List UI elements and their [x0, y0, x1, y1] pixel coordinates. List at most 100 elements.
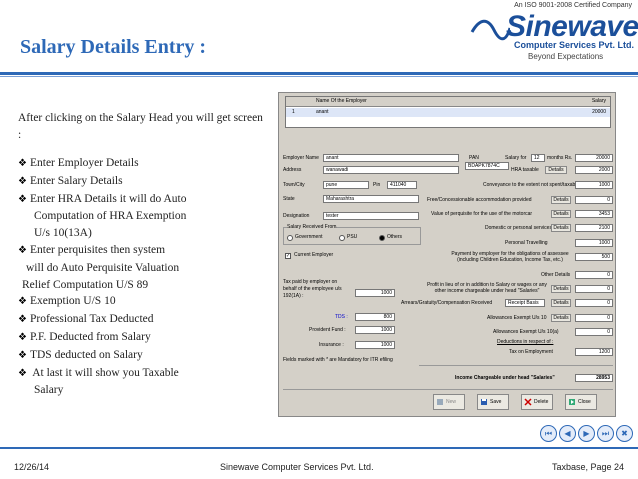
state-label: State — [283, 196, 295, 202]
allowances-10a-field[interactable]: 0 — [575, 328, 613, 336]
tax-employment-label: Tax on Employment — [509, 349, 553, 355]
designation-field[interactable]: tester — [323, 212, 419, 220]
obligations-field[interactable]: 500 — [575, 253, 613, 261]
grid-col-employer: Name Of the Employer — [316, 98, 367, 104]
months-field[interactable]: 12 — [531, 154, 545, 162]
tax-paid-field[interactable]: 1000 — [355, 289, 395, 297]
save-icon — [481, 399, 487, 405]
bullet-continuation: Salary — [34, 384, 64, 397]
company-logo: An ISO 9001-2008 Certified Company Sinew… — [470, 2, 638, 62]
deductions-label: Deductions in respect of : — [497, 339, 554, 345]
footer-company: Sinewave Computer Services Pvt. Ltd. — [220, 462, 374, 472]
domestic-label: Domestic or personal services — [485, 225, 552, 231]
form-separator — [419, 365, 613, 366]
insurance-field[interactable]: 1000 — [355, 341, 395, 349]
close-button[interactable]: Close — [565, 394, 597, 410]
first-slide-icon[interactable]: ⏮ — [540, 425, 557, 442]
motorcar-details-button[interactable]: Details — [551, 210, 571, 218]
current-employer-checkbox[interactable]: ✓ — [285, 253, 291, 259]
accommodation-field[interactable]: 0 — [575, 196, 613, 204]
delete-icon — [524, 398, 532, 406]
salary-amount-field[interactable]: 20000 — [575, 154, 613, 162]
bullet-item: ❖ At last it will show you Taxable — [18, 366, 179, 379]
save-button[interactable]: Save — [477, 394, 509, 410]
domestic-field[interactable]: 2100 — [575, 224, 613, 232]
state-select[interactable]: Maharashtra — [323, 195, 419, 203]
tax-employment-field[interactable]: 1200 — [575, 348, 613, 356]
delete-button[interactable]: Delete — [521, 394, 553, 410]
next-slide-icon[interactable]: ▶ — [578, 425, 595, 442]
footer-page: Taxbase, Page 24 — [551, 462, 624, 472]
accommodation-label: Free/Concessionable accommodation provid… — [427, 197, 532, 203]
motorcar-label: Value of perquisite for the use of the m… — [431, 211, 533, 217]
grid-row[interactable]: 1 anant 20000 — [286, 108, 610, 117]
bullet-item: ❖ TDS deducted on Salary — [18, 348, 143, 361]
radio-others-label: Others — [387, 234, 403, 240]
town-field[interactable]: pune — [323, 181, 369, 189]
allowances-details-button[interactable]: Details — [551, 314, 571, 322]
conveyance-field[interactable]: 1000 — [575, 181, 613, 189]
arrears-details-button[interactable]: Details — [551, 299, 571, 307]
grid-header: Name Of the Employer Salary — [286, 97, 610, 107]
logo-wave-icon — [470, 19, 510, 41]
address-label: Address — [283, 167, 302, 173]
arrears-field[interactable]: 0 — [575, 299, 613, 307]
receipt-basis-select[interactable]: Receipt Basis — [505, 299, 545, 307]
close-slide-icon[interactable]: ✖ — [616, 425, 633, 442]
salary-for-label: Salary for — [505, 155, 527, 161]
bullet-continuation: U/s 10(13A) — [34, 227, 92, 240]
employer-grid: Name Of the Employer Salary 1 anant 2000… — [285, 96, 611, 128]
pf-label: Provident Fund : — [309, 327, 346, 333]
hra-label: HRA taxable — [511, 167, 539, 173]
grid-row-no: 1 — [292, 109, 295, 115]
income-chargeable-field: 28953 — [575, 374, 613, 382]
mandatory-note: Fields marked with * are Mandatory for I… — [283, 357, 393, 363]
tax-paid-label: Tax paid by employer on behalf of the em… — [283, 279, 342, 299]
travelling-field[interactable]: 1000 — [575, 239, 613, 247]
bullet-item: ❖ P.F. Deducted from Salary — [18, 330, 151, 343]
salary-from-label: Salary Received From — [287, 224, 337, 231]
profit-field[interactable]: 0 — [575, 285, 613, 293]
tds-label[interactable]: TDS : — [335, 314, 348, 321]
previous-slide-icon[interactable]: ◀ — [559, 425, 576, 442]
intro-text: After clicking on the Salary Head you wi… — [18, 112, 263, 141]
employer-name-field[interactable]: anant — [323, 154, 459, 162]
pin-field[interactable]: 411040 — [387, 181, 417, 189]
other-details-label: Other Details — [541, 272, 571, 278]
radio-government-label: Government — [295, 234, 323, 240]
profit-details-button[interactable]: Details — [551, 285, 571, 293]
bullet-item: ❖ Exemption U/S 10 — [18, 295, 116, 308]
designation-label: Designation — [283, 213, 310, 219]
header-rule — [0, 72, 638, 75]
new-button[interactable]: New — [433, 394, 465, 410]
pf-field[interactable]: 1000 — [355, 326, 395, 334]
other-details-field[interactable]: 0 — [575, 271, 613, 279]
insurance-label: Insurance : — [319, 342, 344, 348]
travelling-label: Personal Travelling — [505, 240, 548, 246]
bullet-continuation: will do Auto Perquisite Valuation — [26, 261, 180, 274]
last-slide-icon[interactable]: ⏭ — [597, 425, 614, 442]
allowances-exempt-field[interactable]: 0 — [575, 314, 613, 322]
motorcar-field[interactable]: 3453 — [575, 210, 613, 218]
hra-field[interactable]: 2000 — [575, 166, 613, 174]
new-icon — [437, 399, 443, 405]
radio-psu-label: PSU — [347, 234, 358, 240]
grid-row-name: anant — [316, 109, 329, 115]
domestic-details-button[interactable]: Details — [551, 224, 571, 232]
address-field[interactable]: wanawadi — [323, 166, 459, 174]
arrears-label: Arrears/Gratuity/Compensation Received — [401, 300, 493, 306]
grid-col-salary: Salary — [591, 98, 606, 104]
logo-name: Sinewave — [506, 10, 638, 43]
bullet-item: ❖ Enter Salary Details — [18, 174, 123, 187]
hra-details-button[interactable]: Details — [545, 166, 567, 174]
window-button-bar: New Save Delete Close — [283, 389, 613, 413]
accommodation-details-button[interactable]: Details — [551, 196, 571, 204]
radio-psu[interactable] — [339, 235, 345, 241]
town-label: Town/City — [283, 182, 305, 188]
bullet-item: ❖ Enter Employer Details — [18, 157, 139, 169]
radio-government[interactable] — [287, 235, 293, 241]
pan-label: PAN — [469, 155, 479, 161]
tds-field[interactable]: 800 — [355, 313, 395, 321]
radio-others[interactable] — [379, 235, 385, 241]
pan-field[interactable]: BDAPK7874C — [465, 162, 509, 170]
